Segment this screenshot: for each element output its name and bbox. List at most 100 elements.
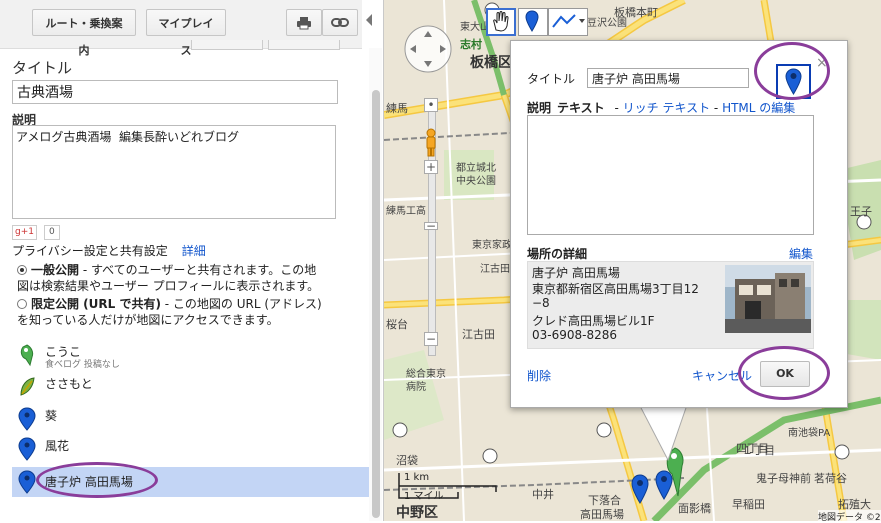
privacy-heading: プライバシー設定と共有設定 詳細 — [12, 242, 206, 259]
popup-desc-label: 説明 — [527, 101, 552, 115]
gplus-button[interactable]: g+1 — [12, 225, 37, 240]
unlisted-radio[interactable] — [17, 299, 27, 309]
popup-description-textarea[interactable] — [527, 115, 814, 235]
delete-link[interactable]: 削除 — [527, 367, 551, 384]
place-sub: 食べログ 投稿なし — [45, 360, 120, 370]
place-name: ささもと — [45, 377, 93, 391]
toolbar-shadow — [191, 40, 263, 50]
address-line: 唐子炉 高田馬場 — [532, 266, 620, 280]
map-label: 面影橋 — [678, 502, 711, 515]
map-label: 都立城北 中央公園 — [456, 163, 496, 187]
close-icon[interactable]: × — [816, 55, 828, 71]
map-label: 志村 — [460, 38, 482, 51]
map-label: 江古田 — [462, 328, 495, 341]
map-description-textarea[interactable]: アメログ古典酒場 編集長酔いどれブログ — [12, 125, 336, 219]
location-details-box: 唐子炉 高田馬場 東京都新宿区高田馬場3丁目12 −8 クレド高田馬場ビル1F … — [527, 261, 814, 349]
zoom-pin-handle[interactable]: • — [424, 98, 438, 112]
print-button[interactable] — [286, 9, 322, 36]
title-label: タイトル — [12, 59, 73, 77]
place-name: 風花 — [45, 439, 70, 453]
myplaces-button[interactable]: マイプレイス — [146, 9, 226, 57]
route-button[interactable]: ルート・乗換案内 — [32, 9, 136, 57]
unlisted-text-2: を知っている人だけが地図にアクセスできます。 — [17, 313, 279, 327]
address-line: 03-6908-8286 — [532, 328, 618, 342]
panel-toolbar: ルート・乗換案内 マイプレイス — [0, 0, 362, 57]
link-icon — [331, 18, 349, 27]
pegman-icon[interactable] — [421, 128, 441, 158]
hand-tool-button[interactable] — [486, 8, 516, 36]
pan-control[interactable] — [403, 24, 453, 74]
left-panel: ルート・乗換案内 マイプレイス タイトル 説明 アメログ古典酒場 編集長酔いどれ… — [0, 0, 384, 521]
line-draw-icon — [552, 14, 585, 28]
blue-pin-icon — [18, 437, 36, 461]
link-button[interactable] — [322, 9, 358, 36]
scale-km: 1 km — [404, 472, 430, 483]
public-radio[interactable] — [17, 265, 27, 275]
popup-desc-header: 説明 テキスト - リッチ テキスト - HTML の編集 — [527, 99, 795, 116]
marker-style-button[interactable] — [776, 64, 811, 99]
green-pin-icon — [20, 344, 34, 367]
public-text-2: 図は検索結果やユーザー プロフィールに表示されます。 — [17, 279, 320, 293]
address-line: クレド高田馬場ビル1F — [532, 314, 655, 328]
blue-pin-icon — [18, 407, 36, 431]
map-blue-pin-icon[interactable] — [631, 474, 649, 504]
popup-tail — [638, 402, 689, 462]
placemark-popup: タイトル × 説明テキスト - リッチ テキスト - HTML の編集 場所の詳… — [510, 40, 848, 408]
popup-title-input[interactable] — [587, 68, 749, 88]
map-label: 鬼子母神前 — [756, 472, 811, 485]
print-icon — [297, 17, 311, 30]
toolbar-shadow — [268, 40, 340, 50]
ok-button[interactable]: OK — [760, 361, 810, 387]
place-item-selected[interactable]: 唐子炉 高田馬場 — [12, 467, 369, 497]
map-label: 江古田 — [480, 264, 510, 275]
map-title-input[interactable] — [12, 80, 338, 104]
map-copyright: 地図データ ©2 — [818, 510, 881, 523]
blue-pin-icon — [18, 470, 36, 494]
place-item[interactable]: 葵 — [12, 404, 369, 434]
map-label: 板橋本町 — [614, 6, 658, 19]
zoom-level-handle[interactable]: − — [424, 220, 438, 232]
blue-pin-icon — [785, 68, 802, 95]
place-item[interactable]: 風花 — [12, 434, 369, 464]
map-scale: 1 km 1 マイル — [398, 472, 498, 505]
map-label: 練馬 — [386, 102, 408, 115]
place-item[interactable]: ささもと — [12, 372, 369, 402]
place-name: 唐子炉 高田馬場 — [45, 475, 133, 489]
map-label: 王子 — [850, 205, 872, 218]
map-label: １丁目 — [742, 444, 775, 457]
separator: - — [710, 101, 723, 115]
map-label: 桜台 — [386, 318, 408, 331]
public-bold: 一般公開 — [31, 263, 80, 277]
edit-location-link[interactable]: 編集 — [789, 245, 813, 262]
map-label: 東京家政 — [472, 240, 512, 251]
privacy-detail-link[interactable]: 詳細 — [182, 244, 206, 258]
map-label: 板橋区 — [470, 55, 512, 71]
privacy-label: プライバシー設定と共有設定 — [12, 244, 168, 258]
privacy-unlisted-option[interactable]: 限定公開 (URL で共有) - この地図の URL (アドレス) を知っている… — [17, 296, 362, 328]
scale-mile: 1 マイル — [404, 491, 444, 502]
hand-icon — [493, 11, 509, 32]
leaf-pin-icon — [20, 377, 35, 396]
unlisted-bold: 限定公開 (URL で共有) — [31, 297, 161, 311]
privacy-public-option[interactable]: 一般公開 - すべてのユーザーと共有されます。この地 図は検索結果やユーザー プ… — [17, 262, 362, 294]
popup-title-label: タイトル — [527, 72, 576, 86]
cancel-link[interactable]: キャンセル — [692, 367, 752, 384]
street-photo — [725, 265, 811, 333]
collapse-panel-icon[interactable] — [366, 14, 372, 26]
zoom-out-button[interactable]: − — [424, 332, 438, 346]
zoom-in-button[interactable]: + — [424, 160, 438, 174]
placemark-icon — [525, 10, 539, 32]
map-label: 沼袋 — [396, 454, 418, 467]
line-tool-button[interactable] — [548, 8, 588, 36]
html-edit-link[interactable]: HTML の編集 — [722, 101, 795, 115]
placemark-tool-button[interactable] — [518, 8, 548, 36]
text-mode-tab[interactable]: テキスト — [557, 101, 605, 115]
separator: - — [610, 101, 623, 115]
scrollbar-thumb[interactable] — [372, 90, 380, 518]
address-line: −8 — [532, 296, 550, 310]
place-item[interactable]: こうこ 食べログ 投稿なし — [12, 340, 369, 370]
rich-text-link[interactable]: リッチ テキスト — [623, 101, 710, 115]
place-name: 葵 — [45, 409, 58, 423]
map-label: 高田馬場 — [580, 508, 624, 521]
address-line: 東京都新宿区高田馬場3丁目12 — [532, 282, 699, 296]
